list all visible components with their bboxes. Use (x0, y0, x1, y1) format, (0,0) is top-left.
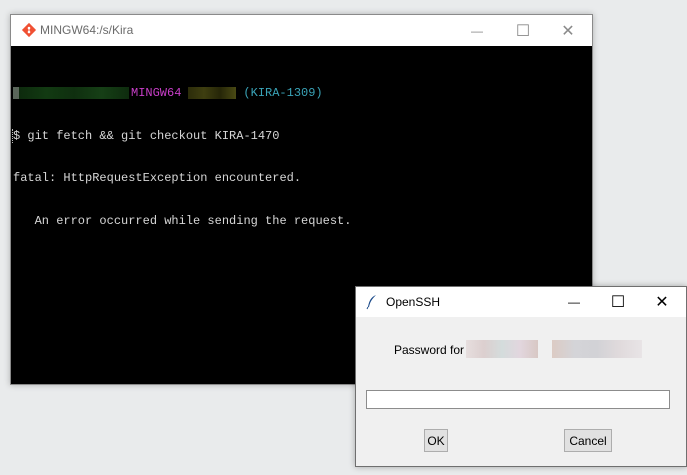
dialog-title: OpenSSH (386, 295, 441, 309)
terminal-title: MINGW64:/s/Kira (40, 23, 134, 37)
dialog-titlebar[interactable]: OpenSSH — ☐ ✕ (356, 287, 686, 317)
minimize-button[interactable]: — (454, 15, 500, 46)
dialog-close-button[interactable]: ✕ (639, 287, 685, 317)
error-line: fatal: HttpRequestException encountered. (13, 171, 302, 185)
redacted-host-name (552, 340, 642, 358)
minimize-icon: — (471, 23, 483, 38)
close-button[interactable]: ✕ (545, 15, 591, 46)
prompt-line: MINGW64 (KIRA-1309) (13, 86, 592, 101)
redacted-host (19, 87, 129, 100)
minimize-icon: — (568, 295, 580, 309)
error-detail-line: An error occurred while sending the requ… (13, 213, 352, 228)
close-icon: ✕ (655, 294, 669, 311)
command-line: $ git fetch && git checkout KIRA-1470 (13, 128, 280, 143)
maximize-icon: ☐ (610, 294, 626, 311)
redacted-path (188, 87, 237, 100)
password-label: Password for (394, 343, 465, 357)
password-input[interactable] (366, 390, 670, 409)
dialog-minimize-button[interactable]: — (551, 287, 597, 317)
cancel-button[interactable]: Cancel (564, 429, 612, 452)
maximize-button[interactable]: ☐ (500, 15, 546, 46)
terminal-cursor (12, 129, 15, 143)
terminal-titlebar[interactable]: MINGW64:/s/Kira — ☐ ✕ (11, 15, 592, 46)
git-icon (21, 22, 37, 38)
feather-icon (366, 295, 376, 310)
dialog-maximize-button[interactable]: ☐ (595, 287, 641, 317)
openssh-dialog[interactable]: OpenSSH — ☐ ✕ Password for OK Cancel (355, 286, 687, 467)
redacted-account (466, 340, 538, 358)
prompt-branch: (KIRA-1309) (243, 86, 323, 101)
ok-button[interactable]: OK (424, 429, 448, 452)
maximize-icon: ☐ (515, 22, 531, 40)
prompt-env: MINGW64 (131, 86, 182, 101)
close-icon: ✕ (561, 22, 575, 40)
